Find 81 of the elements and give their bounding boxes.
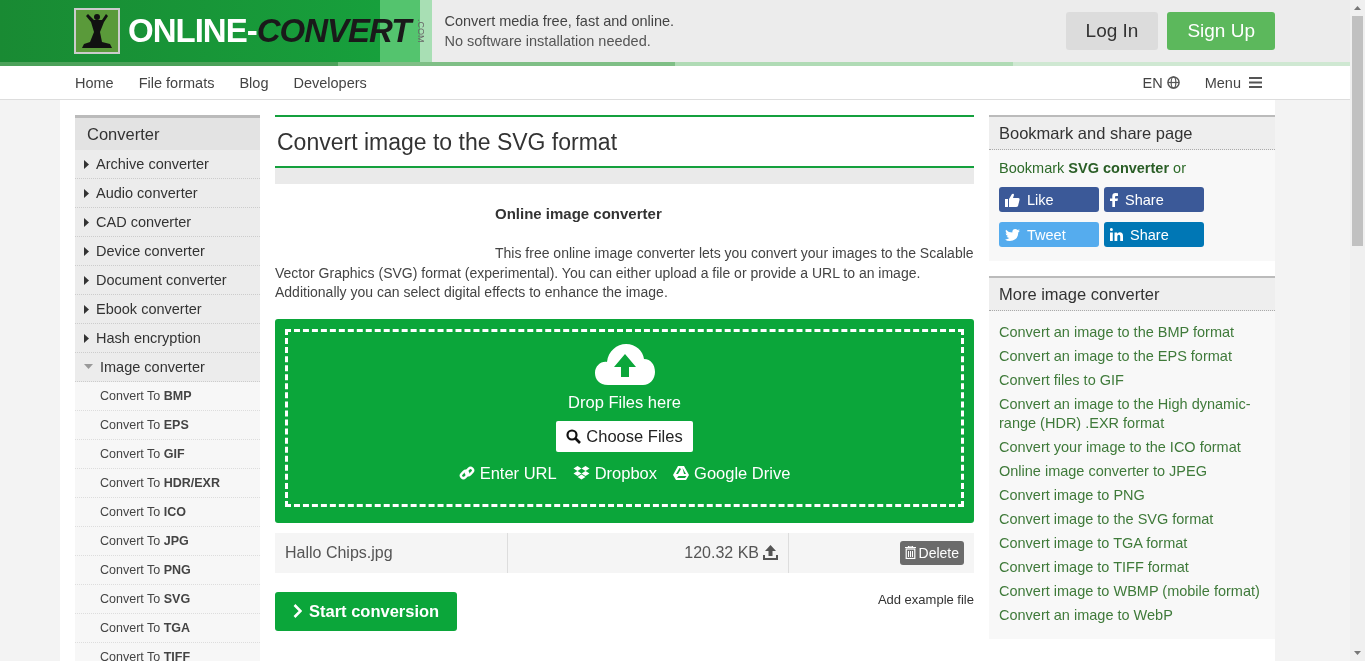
trash-icon xyxy=(904,546,916,559)
sidebar-subitem[interactable]: Convert To SVG xyxy=(75,585,260,614)
facebook-icon xyxy=(1110,192,1118,207)
chevron-right-icon xyxy=(293,604,302,618)
facebook-button[interactable]: Share xyxy=(1104,187,1204,212)
sidebar-title: Converter xyxy=(75,115,260,150)
link-icon xyxy=(458,465,475,481)
logo-icon xyxy=(74,8,120,54)
sidebar-item[interactable]: Archive converter xyxy=(75,150,260,179)
choose-files-button[interactable]: Choose Files xyxy=(556,420,693,452)
delete-button[interactable]: Delete xyxy=(899,540,964,565)
globe-icon xyxy=(1166,76,1180,89)
converter-link[interactable]: Convert image to TIFF format xyxy=(999,558,1265,577)
linkedin-button[interactable]: Share xyxy=(1104,222,1204,247)
page-title: Convert image to the SVG format xyxy=(275,115,974,168)
cloud-upload-icon xyxy=(593,341,656,386)
bookmark-text: Bookmark SVG converter or xyxy=(999,160,1187,176)
file-size: 120.32 KB xyxy=(684,543,759,562)
sidebar-subitem[interactable]: Convert To TGA xyxy=(75,614,260,643)
converter-link[interactable]: Convert an image to the High dynamic-range (HDR) .EXR format xyxy=(999,395,1265,433)
sidebar-item[interactable]: Document converter xyxy=(75,266,260,295)
bird-icon xyxy=(1005,228,1020,241)
logo-suffix: .COM xyxy=(416,19,427,43)
drive-icon xyxy=(673,466,690,480)
converter-link[interactable]: Convert files to GIF xyxy=(999,371,1265,390)
sidebar-subitem[interactable]: Convert To EPS xyxy=(75,411,260,440)
caret-right-icon xyxy=(84,275,89,285)
dropbox-icon xyxy=(572,465,590,481)
converter-link[interactable]: Convert an image to the BMP format xyxy=(999,323,1265,342)
sidebar-item[interactable]: Ebook converter xyxy=(75,295,260,324)
logo-text: ONLINE- xyxy=(128,12,257,50)
nav-link[interactable]: Blog xyxy=(239,74,269,91)
sidebar-subitem[interactable]: Convert To HDR/EXR xyxy=(75,469,260,498)
sidebar-subitem[interactable]: Convert To BMP xyxy=(75,382,260,411)
converter-link[interactable]: Convert image to WBMP (mobile format) xyxy=(999,582,1265,601)
sidebar-item[interactable]: Hash encryption xyxy=(75,324,260,353)
sidebar-item[interactable]: Device converter xyxy=(75,237,260,266)
sidebar-subitem[interactable]: Convert To ICO xyxy=(75,498,260,527)
converter-link[interactable]: Convert image to the SVG format xyxy=(999,510,1265,529)
converter-link[interactable]: Convert an image to the EPS format xyxy=(999,347,1265,366)
caret-right-icon xyxy=(84,333,89,343)
description-text: This free online image converter lets you convert your images to the Scalable Vector Graphics (SVG) format (experimental). You can either upload a file or provide a URL to an image. Additionally you can select digital effects to enhance the image. xyxy=(275,244,974,302)
converter-link[interactable]: Convert your image to the ICO format xyxy=(999,438,1265,457)
thumbs-up-icon xyxy=(1005,192,1020,207)
nav-link[interactable]: File formats xyxy=(138,74,215,91)
sidebar-subitem[interactable]: Convert To PNG xyxy=(75,556,260,585)
sidebar-subitem[interactable]: Convert To GIF xyxy=(75,440,260,469)
converter-link[interactable]: Convert image to TGA format xyxy=(999,534,1265,553)
caret-right-icon xyxy=(84,246,89,256)
nav-link[interactable]: Developers xyxy=(293,74,367,91)
sidebar-item[interactable]: CAD converter xyxy=(75,208,260,237)
search-icon xyxy=(566,428,582,444)
menu-button[interactable]: Menu xyxy=(1204,74,1262,91)
caret-right-icon xyxy=(84,159,89,169)
language-selector[interactable]: EN xyxy=(1142,74,1180,91)
nav-link[interactable]: Home xyxy=(75,74,114,91)
caret-down-icon xyxy=(84,364,93,370)
tagline: Convert media free, fast and online. xyxy=(444,12,675,31)
menu-icon xyxy=(1249,77,1262,88)
caret-right-icon xyxy=(84,188,89,198)
converter-link[interactable]: Convert image to PNG xyxy=(999,486,1265,505)
panel-title: More image converter xyxy=(989,276,1275,311)
like-button[interactable]: Like xyxy=(999,187,1099,212)
converter-link[interactable]: Online image converter to JPEG xyxy=(999,462,1265,481)
sidebar-subitem[interactable]: Convert To JPG xyxy=(75,527,260,556)
sidebar-item[interactable]: Image converter xyxy=(75,353,260,382)
drop-zone[interactable]: Drop Files here Choose Files Enter URL Dropbox Google Drive xyxy=(275,318,974,523)
sidebar-subitem[interactable]: Convert To TIFF xyxy=(75,643,260,661)
linkedin-icon xyxy=(1110,228,1123,241)
caret-right-icon xyxy=(84,304,89,314)
caret-right-icon xyxy=(84,217,89,227)
drop-files-text: Drop Files here xyxy=(568,392,681,412)
sidebar-item[interactable]: Audio converter xyxy=(75,179,260,208)
add-example-file-link[interactable]: Add example file xyxy=(877,591,974,631)
converter-link[interactable]: Convert an image to WebP xyxy=(999,606,1265,625)
section-heading: Online image converter xyxy=(495,205,663,222)
file-name: Hallo Chips.jpg xyxy=(275,532,508,573)
log-in-button[interactable]: Log In xyxy=(1065,12,1159,50)
tagline: No software installation needed. xyxy=(444,32,652,51)
upload-icon xyxy=(763,545,778,560)
panel-title: Bookmark and share page xyxy=(989,115,1275,150)
